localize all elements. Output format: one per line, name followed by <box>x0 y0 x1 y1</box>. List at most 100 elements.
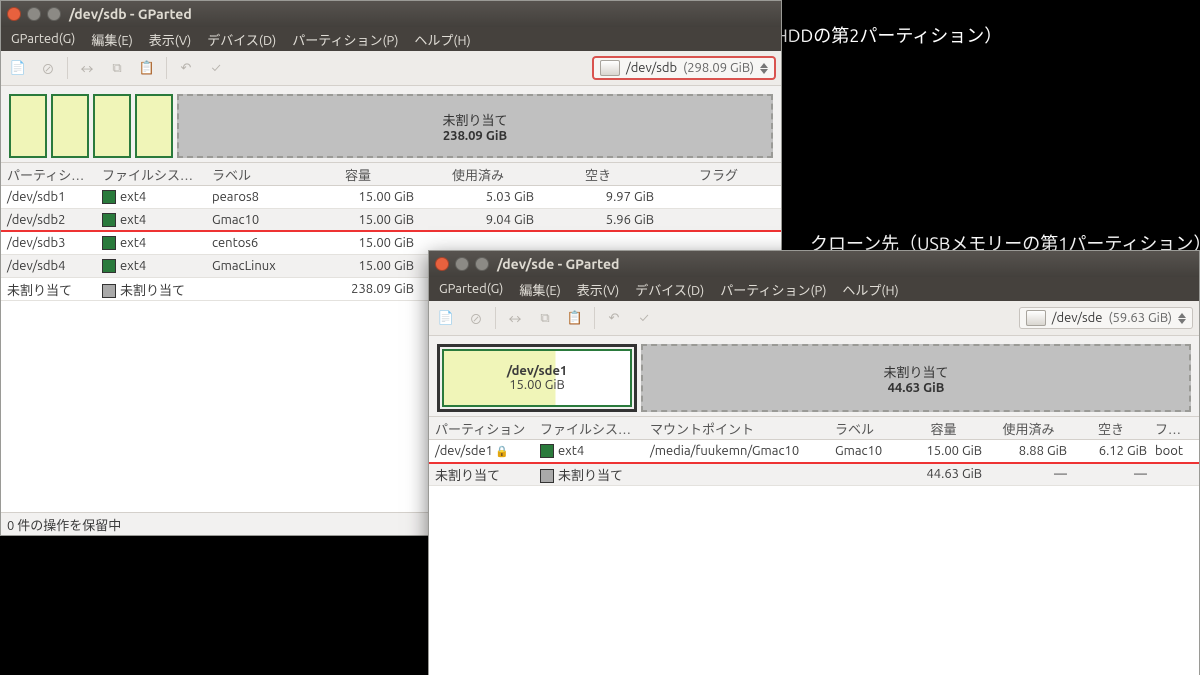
unalloc-size: 44.63 GiB <box>888 381 945 395</box>
menu-gparted[interactable]: GParted(G) <box>433 280 509 298</box>
cell-free: 6.12 GiB <box>1071 444 1151 458</box>
device-selector[interactable]: /dev/sde (59.63 GiB) <box>1019 307 1193 329</box>
minimize-icon[interactable] <box>455 257 469 271</box>
col-free[interactable]: 空き <box>1071 419 1151 438</box>
new-partition-icon[interactable]: 📄 <box>7 57 29 79</box>
col-mountpoint[interactable]: マウントポイント <box>646 419 831 438</box>
cell-label: Gmac10 <box>831 444 901 458</box>
partition-table-header: パーティション ファイルシステム マウントポイント ラベル 容量 使用済み 空き… <box>429 416 1199 440</box>
close-icon[interactable] <box>7 7 21 21</box>
partition-block-sdb1[interactable] <box>9 94 47 158</box>
col-filesystem[interactable]: ファイルシステム <box>536 419 646 438</box>
menu-device[interactable]: デバイス(D) <box>201 28 282 51</box>
menu-partition[interactable]: パーティション(P) <box>714 278 832 301</box>
col-free[interactable]: 空き <box>538 165 658 184</box>
menu-edit[interactable]: 編集(E) <box>513 278 566 301</box>
cell-partition: /dev/sdb4 <box>3 259 98 273</box>
table-row[interactable]: /dev/sdb2 ext4 Gmac10 15.00 GiB 9.04 GiB… <box>1 209 781 232</box>
menu-device[interactable]: デバイス(D) <box>629 278 710 301</box>
cell-partition: /dev/sdb3 <box>3 236 98 250</box>
cell-size: 44.63 GiB <box>901 467 986 481</box>
cell-label: Gmac10 <box>208 213 298 227</box>
unalloc-label: 未割り当て <box>883 362 948 381</box>
col-flags[interactable]: フラグ <box>658 165 779 184</box>
gparted-window-sde: /dev/sde - GParted GParted(G) 編集(E) 表示(V… <box>428 250 1200 675</box>
col-label[interactable]: ラベル <box>831 419 901 438</box>
minimize-icon[interactable] <box>27 7 41 21</box>
partition-block-sdb4[interactable] <box>135 94 173 158</box>
apply-icon: ✓ <box>205 57 227 79</box>
cell-label: pearos8 <box>208 190 298 204</box>
menu-help[interactable]: ヘルプ(H) <box>408 28 476 51</box>
unallocated-block[interactable]: 未割り当て 44.63 GiB <box>641 344 1191 412</box>
menubar: GParted(G) 編集(E) 表示(V) デバイス(D) パーティション(P… <box>429 277 1199 301</box>
undo-icon: ↶ <box>175 57 197 79</box>
device-selector[interactable]: /dev/sdb (298.09 GiB) <box>593 57 775 79</box>
toolbar: 📄 ⊘ ↔ ⧉ 📋 ↶ ✓ /dev/sde (59.63 GiB) <box>429 301 1199 336</box>
cell-partition: 未割り当て <box>431 465 536 484</box>
partition-block-sdb3[interactable] <box>93 94 131 158</box>
cell-used: 8.88 GiB <box>986 444 1071 458</box>
col-used[interactable]: 使用済み <box>418 165 538 184</box>
cell-partition: 未割り当て <box>3 280 98 299</box>
col-size[interactable]: 容量 <box>901 419 986 438</box>
disk-map: /dev/sde1 15.00 GiB 未割り当て 44.63 GiB <box>437 344 1191 412</box>
menu-view[interactable]: 表示(V) <box>143 28 197 51</box>
titlebar[interactable]: /dev/sde - GParted <box>429 251 1199 277</box>
col-size[interactable]: 容量 <box>298 165 418 184</box>
resize-icon: ↔ <box>76 57 98 79</box>
partition-block-sdb2[interactable] <box>51 94 89 158</box>
table-row[interactable]: /dev/sde1🔒 ext4 /media/fuukemn/Gmac10 Gm… <box>429 440 1199 463</box>
col-flags[interactable]: フラグ <box>1151 419 1197 438</box>
col-partition[interactable]: パーティション <box>431 419 536 438</box>
maximize-icon[interactable] <box>47 7 61 21</box>
partition-block-sde1[interactable]: /dev/sde1 15.00 GiB <box>437 344 637 412</box>
cell-label: GmacLinux <box>208 259 298 273</box>
table-row[interactable]: /dev/sdb1 ext4 pearos8 15.00 GiB 5.03 Gi… <box>1 186 781 209</box>
menu-help[interactable]: ヘルプ(H) <box>836 278 904 301</box>
partition-name: /dev/sde1 <box>507 364 568 378</box>
cell-used: 5.03 GiB <box>418 190 538 204</box>
new-partition-icon[interactable]: 📄 <box>435 307 457 329</box>
device-size: (59.63 GiB) <box>1108 311 1172 325</box>
highlight-line <box>1 230 781 232</box>
col-label[interactable]: ラベル <box>208 165 298 184</box>
cell-fs: 未割り当て <box>98 280 208 299</box>
unallocated-block[interactable]: 未割り当て 238.09 GiB <box>177 94 773 158</box>
menu-gparted[interactable]: GParted(G) <box>5 30 81 48</box>
cell-size: 15.00 GiB <box>901 444 986 458</box>
col-used[interactable]: 使用済み <box>986 419 1071 438</box>
menu-view[interactable]: 表示(V) <box>571 278 625 301</box>
highlight-line <box>429 462 1199 464</box>
spinner-icon[interactable] <box>760 63 768 74</box>
close-icon[interactable] <box>435 257 449 271</box>
menu-edit[interactable]: 編集(E) <box>85 28 138 51</box>
disk-icon <box>600 60 620 76</box>
menu-partition[interactable]: パーティション(P) <box>286 28 404 51</box>
delete-icon: ⊘ <box>37 57 59 79</box>
cell-free: 9.97 GiB <box>538 190 658 204</box>
paste-icon: 📋 <box>136 57 158 79</box>
cell-partition: /dev/sdb2 <box>3 213 98 227</box>
copy-icon: ⧉ <box>106 57 128 79</box>
titlebar[interactable]: /dev/sdb - GParted <box>1 1 781 27</box>
apply-icon: ✓ <box>633 307 655 329</box>
separator <box>594 307 595 329</box>
cell-fs: ext4 <box>98 190 208 205</box>
spinner-icon[interactable] <box>1178 313 1186 324</box>
table-row[interactable]: 未割り当て 未割り当て 44.63 GiB — — <box>429 463 1199 486</box>
partition-size: 15.00 GiB <box>509 378 565 392</box>
cell-fs: 未割り当て <box>536 465 646 484</box>
cell-partition: /dev/sde1🔒 <box>431 444 536 458</box>
col-partition[interactable]: パーティション <box>3 165 98 184</box>
cell-label: centos6 <box>208 236 298 250</box>
cell-size: 15.00 GiB <box>298 259 418 273</box>
cell-size: 15.00 GiB <box>298 213 418 227</box>
separator <box>495 307 496 329</box>
toolbar: 📄 ⊘ ↔ ⧉ 📋 ↶ ✓ /dev/sdb (298.09 GiB) <box>1 51 781 86</box>
cell-fs: ext4 <box>98 236 208 251</box>
col-filesystem[interactable]: ファイルシステム <box>98 165 208 184</box>
cell-free: — <box>1071 467 1151 481</box>
device-name: /dev/sdb <box>626 61 677 75</box>
maximize-icon[interactable] <box>475 257 489 271</box>
